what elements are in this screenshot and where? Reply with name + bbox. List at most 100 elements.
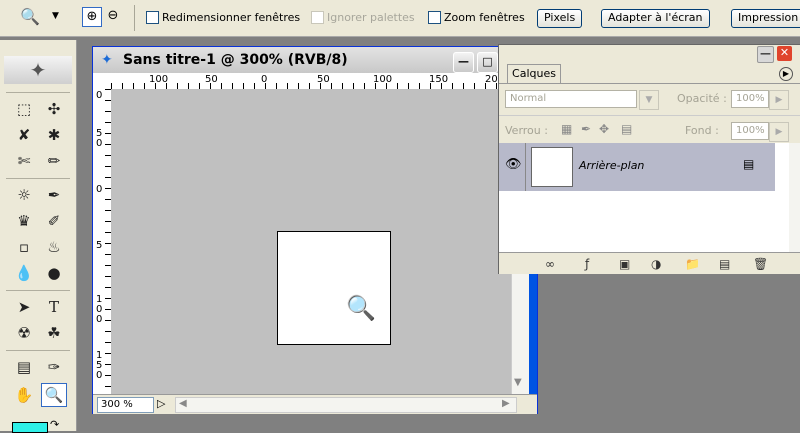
zoom-in-icon[interactable]: ⊕ — [82, 7, 102, 27]
zoom-out-icon[interactable]: ⊖ — [104, 7, 122, 25]
canvas-area[interactable]: 🔍 — [111, 89, 511, 394]
scroll-left-icon[interactable]: ◀ — [179, 398, 187, 409]
palette-header[interactable]: — ✕ — [499, 45, 800, 63]
scroll-down-icon[interactable]: ▼ — [514, 377, 522, 388]
swap-colors-icon[interactable]: ↷ — [50, 418, 59, 431]
blend-mode-arrow-icon[interactable]: ▼ — [639, 90, 659, 110]
type-tool-icon[interactable]: T — [42, 296, 66, 318]
opacity-label: Opacité : — [677, 92, 727, 105]
toolbox-separator — [6, 178, 70, 179]
history-brush-tool-icon[interactable]: ✐ — [42, 210, 66, 232]
toolbox: ✦ ⬚ ✣ ✘ ✱ ✄ ✏ ☼ ✒ ♛ ✐ ▫ ♨ 💧 ● ➤ T ☢ ☘ ▤ … — [0, 40, 77, 433]
status-menu-icon[interactable]: ▷ — [157, 397, 165, 410]
options-bar: 🔍 ▼ ⊕ ⊖ Redimensionner fenêtres Ignorer … — [0, 0, 800, 37]
hand-tool-icon[interactable]: ✋ — [12, 384, 36, 406]
paint-bucket-tool-icon[interactable]: ♨ — [42, 236, 66, 258]
fill-arrow-icon[interactable]: ▶ — [769, 122, 789, 142]
layers-tab[interactable]: Calques — [507, 64, 561, 83]
layer-row-background[interactable]: 👁 Arrière-plan ▤ — [499, 143, 775, 191]
checkbox-box — [428, 11, 441, 24]
zoom-tool-icon[interactable]: 🔍 — [20, 7, 40, 26]
new-group-icon[interactable]: 📁 — [685, 257, 700, 271]
dodge-tool-icon[interactable]: ● — [42, 262, 66, 284]
zoom-tool-icon[interactable]: 🔍 — [41, 383, 67, 407]
layer-mask-icon[interactable]: ▣ — [619, 257, 630, 271]
palette-minimize-button[interactable]: — — [757, 46, 774, 63]
delete-layer-icon[interactable]: 🗑 — [753, 257, 768, 271]
visibility-eye-icon[interactable]: 👁 — [505, 157, 522, 172]
feather-logo-icon[interactable]: ✦ — [4, 56, 72, 84]
resize-windows-checkbox[interactable]: Redimensionner fenêtres — [146, 11, 300, 24]
resize-windows-label: Redimensionner fenêtres — [162, 11, 301, 24]
toolbox-separator — [6, 350, 70, 351]
toolbox-separator — [6, 92, 70, 93]
lock-row: Verrou : ▦ ✒ ✥ ▤ Fond : 100% ▶ — [499, 115, 800, 144]
zoom-cursor-icon: 🔍 — [346, 294, 376, 322]
notes-tool-icon[interactable]: ▤ — [12, 356, 36, 378]
checkbox-box — [311, 11, 324, 24]
clone-stamp-tool-icon[interactable]: ♛ — [12, 210, 36, 232]
layer-thumbnail — [531, 147, 573, 187]
fill-field[interactable]: 100% — [731, 122, 769, 140]
checkbox-box — [146, 11, 159, 24]
opacity-field[interactable]: 100% — [731, 90, 769, 108]
healing-brush-tool-icon[interactable]: ☼ — [12, 184, 36, 206]
ruler-label: 1 5 0 — [96, 350, 103, 381]
document-title: Sans titre-1 @ 300% (RVB/8) — [123, 52, 348, 68]
ruler-label: 1 0 0 — [96, 294, 103, 325]
ruler-label: 0 — [96, 90, 103, 101]
document-status-bar: 300 % ▷ ◀ ▶ — [93, 394, 537, 414]
tool-preset-dropdown-icon[interactable]: ▼ — [52, 11, 59, 21]
blend-mode-dropdown[interactable]: Normal — [505, 90, 637, 108]
pixels-button[interactable]: Pixels — [537, 9, 583, 28]
ignore-palettes-label: Ignorer palettes — [327, 11, 415, 24]
lock-transparent-icon[interactable]: ▦ — [561, 122, 572, 136]
brush-tool-icon[interactable]: ✒ — [42, 184, 66, 206]
slice-tool-icon[interactable]: ✏ — [42, 150, 66, 172]
lock-image-icon[interactable]: ✒ — [581, 122, 591, 136]
document-canvas[interactable]: 🔍 — [277, 231, 391, 345]
document-title-bar[interactable]: ✦ Sans titre-1 @ 300% (RVB/8) — □ — [93, 47, 537, 73]
layer-style-icon[interactable]: ƒ — [585, 257, 589, 271]
layer-list-scrollbar[interactable] — [789, 143, 800, 252]
ignore-palettes-checkbox: Ignorer palettes — [311, 11, 415, 24]
path-selection-tool-icon[interactable]: ➤ — [12, 296, 36, 318]
zoom-level-field[interactable]: 300 % — [97, 397, 154, 413]
horizontal-ruler: 100 50 0 50 100 150 200 — [93, 73, 537, 90]
marquee-tool-icon[interactable]: ⬚ — [12, 98, 36, 120]
fit-screen-button[interactable]: Adapter à l'écran — [601, 9, 710, 28]
ruler-label: 5 0 — [96, 128, 103, 149]
foreground-color-swatch[interactable] — [12, 422, 48, 433]
magic-wand-tool-icon[interactable]: ✱ — [42, 124, 66, 146]
lock-all-icon[interactable]: ▤ — [621, 122, 632, 136]
custom-shape-tool-icon[interactable]: ☘ — [42, 322, 66, 344]
eraser-tool-icon[interactable]: ▫ — [12, 236, 36, 258]
layers-palette: — ✕ Calques ▶ Normal ▼ Opacité : 100% ▶ … — [498, 44, 800, 274]
blur-tool-icon[interactable]: 💧 — [12, 262, 36, 284]
palette-menu-icon[interactable]: ▶ — [779, 67, 793, 81]
new-layer-icon[interactable]: ▤ — [719, 257, 730, 271]
eyedropper-tool-icon[interactable]: ✑ — [42, 356, 66, 378]
options-separator — [134, 5, 135, 31]
blend-row: Normal ▼ Opacité : 100% ▶ — [499, 83, 800, 114]
link-layers-icon[interactable]: ∞ — [545, 257, 555, 271]
palette-close-button[interactable]: ✕ — [777, 46, 792, 61]
crop-tool-icon[interactable]: ✄ — [12, 150, 36, 172]
scroll-right-icon[interactable]: ▶ — [502, 398, 510, 409]
toolbox-separator — [6, 290, 70, 291]
lock-position-icon[interactable]: ✥ — [599, 122, 609, 136]
adjustment-layer-icon[interactable]: ◑ — [651, 257, 661, 271]
layer-lock-icon: ▤ — [743, 157, 755, 171]
horizontal-scrollbar[interactable]: ◀ ▶ — [175, 397, 517, 413]
lock-label: Verrou : — [505, 124, 548, 137]
lasso-tool-icon[interactable]: ✘ — [12, 124, 36, 146]
move-tool-icon[interactable]: ✣ — [42, 98, 66, 120]
zoom-windows-checkbox[interactable]: Zoom fenêtres — [428, 11, 525, 24]
ruler-label: 0 — [96, 184, 103, 195]
ruler-label: 5 — [96, 240, 103, 251]
pen-tool-icon[interactable]: ☢ — [12, 322, 36, 344]
opacity-arrow-icon[interactable]: ▶ — [769, 90, 789, 110]
maximize-button[interactable]: □ — [477, 52, 498, 73]
minimize-button[interactable]: — — [453, 52, 474, 73]
print-size-button[interactable]: Impression — [731, 9, 800, 28]
